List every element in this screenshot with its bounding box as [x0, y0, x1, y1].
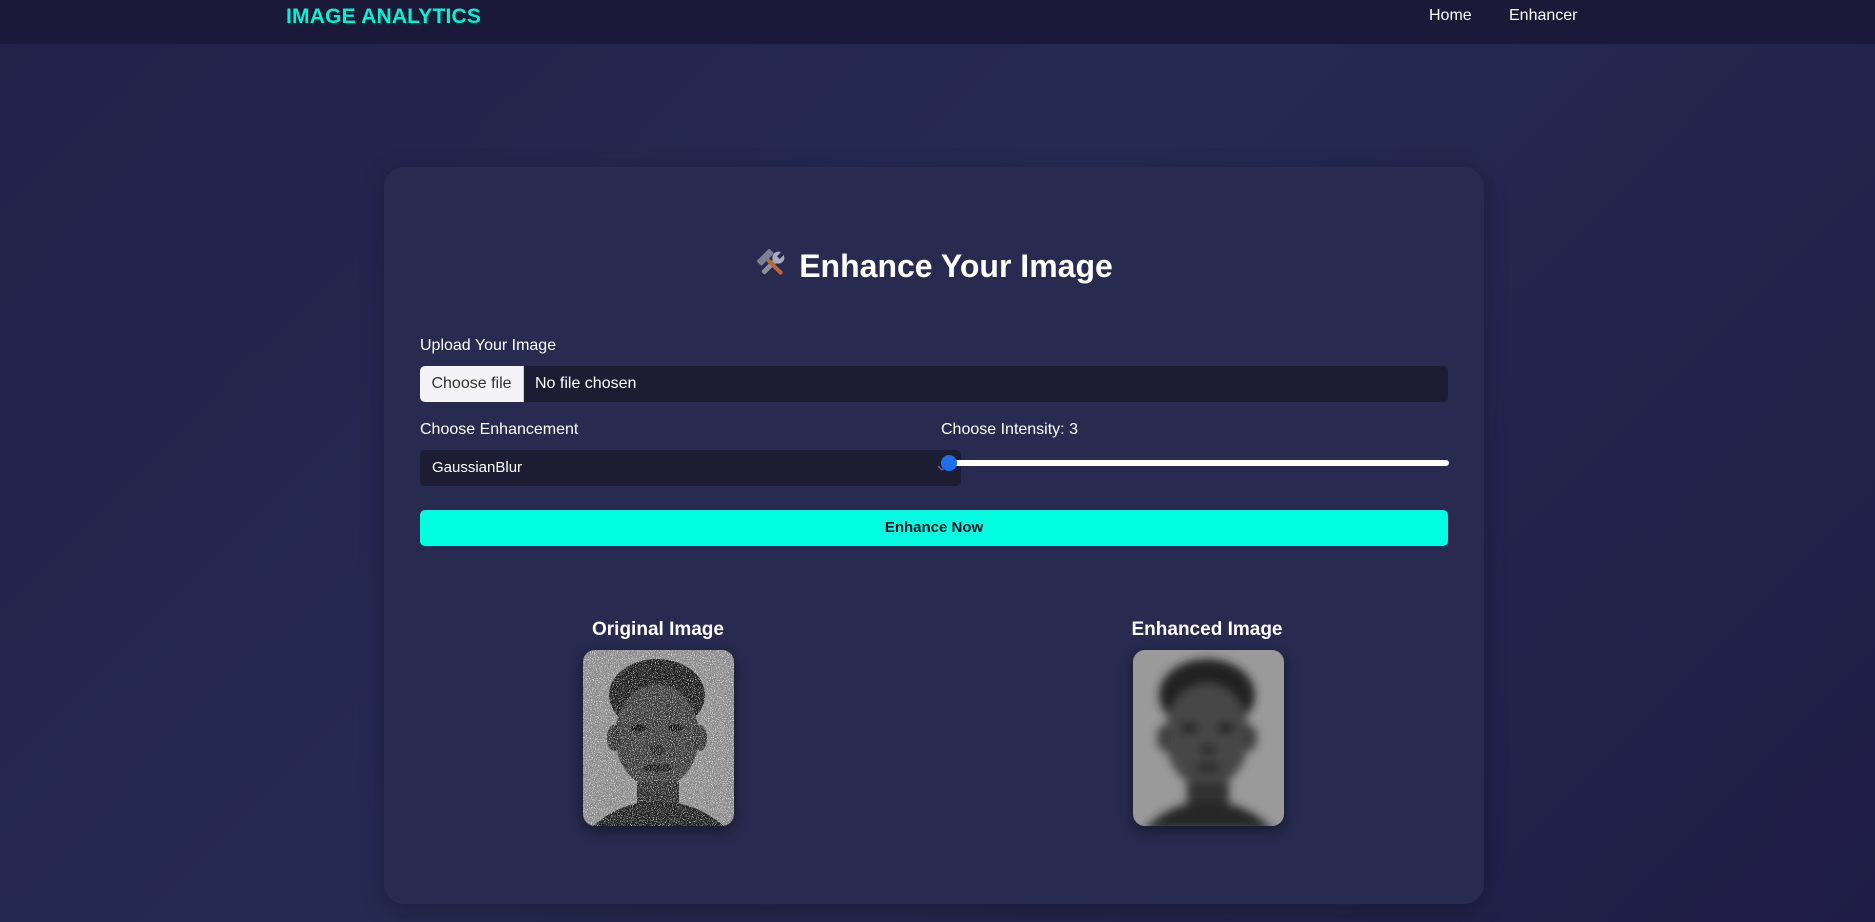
- enhancement-label: Choose Enhancement: [420, 421, 579, 438]
- enhancement-select[interactable]: GaussianBlur: [420, 450, 961, 486]
- enhance-now-button[interactable]: Enhance Now: [420, 510, 1448, 546]
- enhanced-image: [1133, 650, 1284, 826]
- nav-link-home[interactable]: Home: [1429, 7, 1472, 25]
- upload-label: Upload Your Image: [420, 337, 557, 354]
- original-image-graphic: [583, 650, 734, 826]
- slider-thumb[interactable]: [941, 455, 957, 471]
- intensity-slider[interactable]: [941, 455, 1449, 471]
- tools-icon: [757, 249, 785, 275]
- file-status: No file chosen: [535, 375, 637, 392]
- nav-link-enhancer[interactable]: Enhancer: [1509, 7, 1578, 25]
- navbar: IMAGE ANALYTICS Home Enhancer: [0, 0, 1875, 44]
- intensity-label: Choose Intensity: 3: [941, 421, 1078, 438]
- brand-logo[interactable]: IMAGE ANALYTICS: [286, 5, 481, 29]
- enhanced-image-graphic: [1133, 650, 1284, 826]
- original-image: [583, 650, 734, 826]
- page-title-text: Enhance Your Image: [799, 248, 1113, 284]
- page-title: Enhance Your Image: [384, 247, 1484, 285]
- file-input[interactable]: Choose file No file chosen: [420, 366, 1448, 402]
- enhanced-image-caption: Enhanced Image: [1131, 619, 1283, 640]
- enhancer-card: Enhance Your Image Upload Your Image Cho…: [384, 167, 1484, 904]
- enhancement-select-value: GaussianBlur: [432, 459, 523, 476]
- slider-track: [941, 460, 1449, 466]
- original-image-caption: Original Image: [592, 619, 724, 640]
- choose-file-button[interactable]: Choose file: [420, 366, 524, 402]
